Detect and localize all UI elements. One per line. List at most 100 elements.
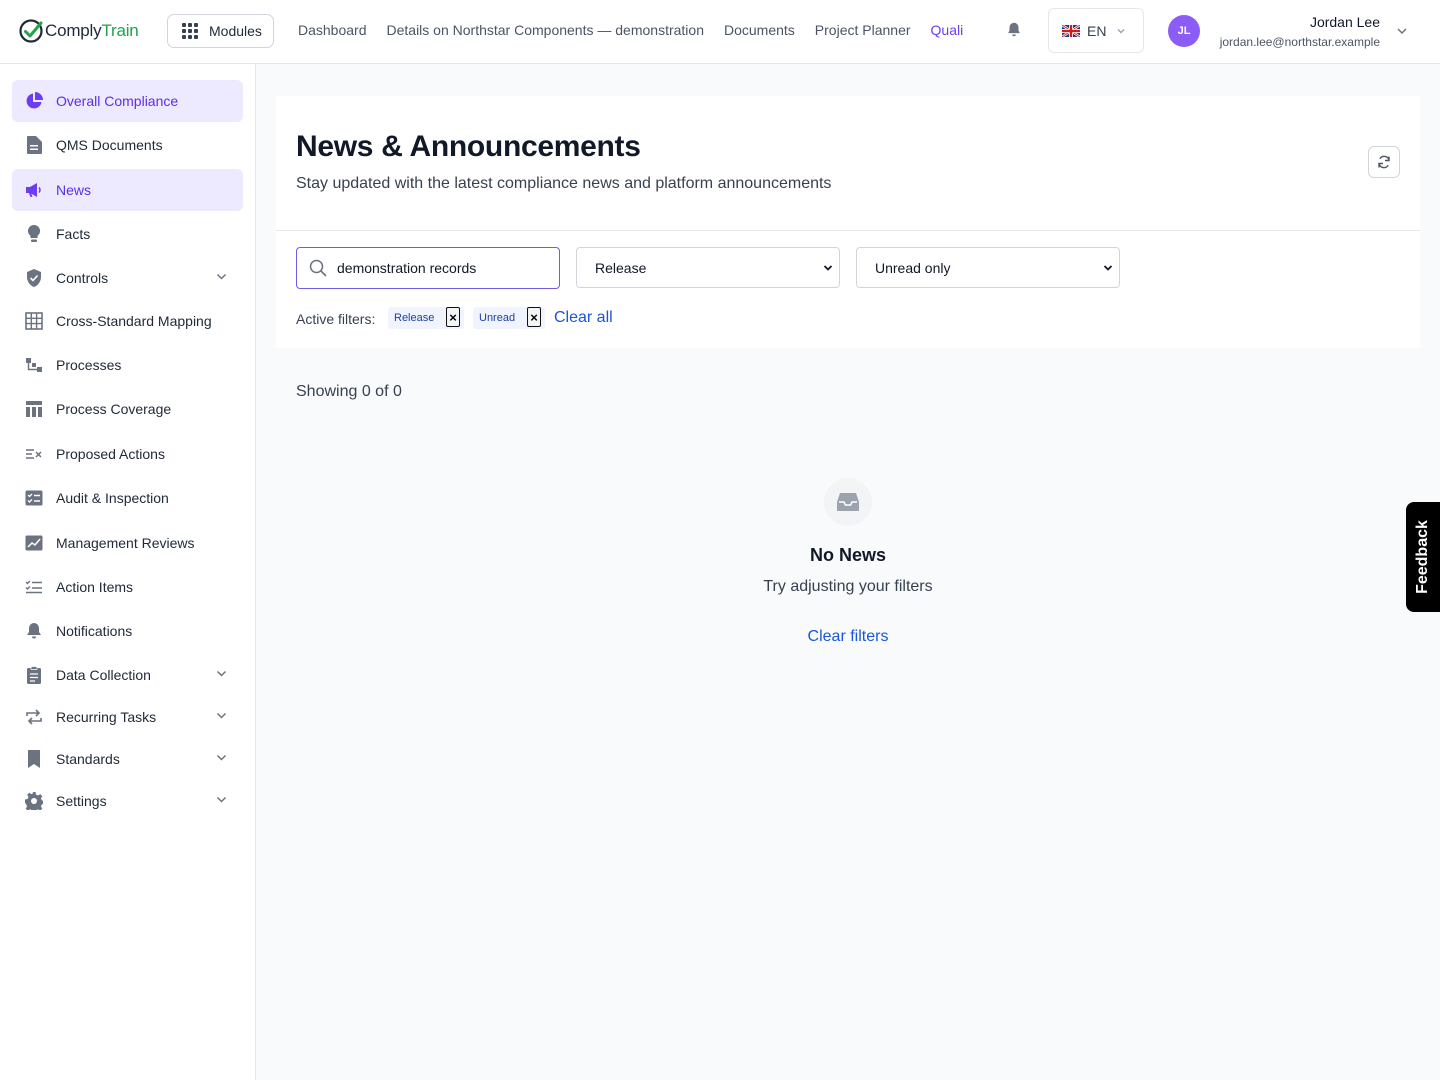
sidebar-item-label: Processes xyxy=(56,357,122,373)
clear-filters-link[interactable]: Clear filters xyxy=(648,628,1048,646)
list-check-icon xyxy=(24,577,44,597)
sidebar-item-label: Management Reviews xyxy=(56,535,195,551)
logo[interactable]: ComplyTrain xyxy=(18,18,139,44)
sidebar-item-proposed-actions[interactable]: Proposed Actions xyxy=(12,433,243,475)
sidebar-item-news[interactable]: News xyxy=(12,169,243,211)
sidebar-item-audit-inspection[interactable]: Audit & Inspection xyxy=(12,477,243,519)
user-name: Jordan Lee xyxy=(1309,14,1380,30)
sidebar-item-action-items[interactable]: Action Items xyxy=(12,566,243,608)
sidebar-item-controls[interactable]: Controls xyxy=(12,257,243,299)
user-email: jordan.lee@northstar.example xyxy=(1219,35,1380,49)
sidebar-item-processes[interactable]: Processes xyxy=(12,344,243,386)
nav-documents[interactable]: Documents xyxy=(724,22,795,38)
clear-all-link[interactable]: Clear all xyxy=(554,309,613,327)
active-filters-label: Active filters: xyxy=(296,311,376,327)
chevron-down-icon xyxy=(216,670,227,677)
modules-button[interactable]: Modules xyxy=(167,14,274,48)
megaphone-icon xyxy=(24,180,44,200)
sidebar-item-data-collection[interactable]: Data Collection xyxy=(12,654,243,696)
clear-filters-label[interactable]: Clear filters xyxy=(808,628,889,645)
gear-icon xyxy=(24,791,44,811)
sidebar-item-overall-compliance[interactable]: Overall Compliance xyxy=(12,80,243,122)
status-filter-value: Unread only xyxy=(875,259,951,276)
remove-unread-filter-button[interactable]: × xyxy=(527,307,541,327)
chevron-down-icon xyxy=(1103,265,1113,271)
nav-details-northstar[interactable]: Details on Northstar Components — demons… xyxy=(387,22,704,38)
sidebar-item-recurring-tasks[interactable]: Recurring Tasks xyxy=(12,696,243,738)
modules-label: Modules xyxy=(209,23,262,39)
sidebar-item-standards[interactable]: Standards xyxy=(12,738,243,780)
sidebar-item-facts[interactable]: Facts xyxy=(12,213,243,255)
empty-state-subtitle: Try adjusting your filters xyxy=(763,578,933,595)
checklist-icon xyxy=(24,488,44,508)
notification-bell-icon[interactable] xyxy=(1005,21,1023,39)
lightbulb-icon xyxy=(24,224,44,244)
top-nav: Dashboard Details on Northstar Component… xyxy=(298,22,971,38)
sidebar-item-label: Facts xyxy=(56,226,91,242)
avatar[interactable]: JL xyxy=(1168,15,1200,47)
feedback-label: Feedback xyxy=(1414,520,1431,594)
bell-icon xyxy=(24,621,44,641)
chevron-down-icon xyxy=(216,273,227,280)
table-icon xyxy=(24,311,44,331)
chip-label: Unread xyxy=(479,312,516,324)
chevron-down-icon xyxy=(216,754,227,761)
sidebar-item-management-reviews[interactable]: Management Reviews xyxy=(12,522,243,564)
type-filter-value: Release xyxy=(595,259,647,276)
document-icon xyxy=(24,135,44,155)
nav-project-planner[interactable]: Project Planner xyxy=(815,22,911,38)
sidebar-item-label: Process Coverage xyxy=(56,401,172,417)
sidebar-item-label: QMS Documents xyxy=(56,137,163,153)
results-count: Showing 0 of 0 xyxy=(296,383,402,400)
sidebar-item-label: News xyxy=(56,182,92,198)
pie-chart-icon xyxy=(24,91,44,111)
sidebar-item-label: Data Collection xyxy=(56,667,151,683)
sidebar-item-process-coverage[interactable]: Process Coverage xyxy=(12,388,243,430)
page-title: News & Announcements xyxy=(296,130,641,163)
sidebar-item-label: Cross-Standard Mapping xyxy=(56,313,212,329)
sidebar-item-label: Recurring Tasks xyxy=(56,709,157,725)
chevron-down-icon xyxy=(216,712,227,719)
sidebar-item-label: Notifications xyxy=(56,623,133,639)
chip-label: Release xyxy=(394,312,435,324)
repeat-icon xyxy=(24,707,44,727)
sidebar-item-label: Proposed Actions xyxy=(56,446,165,462)
chevron-down-icon xyxy=(1117,28,1125,33)
news-header-card: News & Announcements Stay updated with t… xyxy=(276,96,1420,348)
search-field[interactable] xyxy=(296,247,560,289)
shield-icon xyxy=(24,268,44,288)
user-menu-chevron-icon[interactable] xyxy=(1396,26,1408,36)
language-label: EN xyxy=(1087,22,1107,39)
sidebar-item-cross-standard-mapping[interactable]: Cross-Standard Mapping xyxy=(12,300,243,342)
clipboard-icon xyxy=(24,665,44,685)
language-selector[interactable]: EN xyxy=(1048,8,1144,53)
feedback-tab[interactable]: Feedback xyxy=(1406,502,1440,612)
page-subtitle: Stay updated with the latest compliance … xyxy=(296,175,832,192)
layout-icon xyxy=(24,399,44,419)
flow-icon xyxy=(24,355,44,375)
grid-icon xyxy=(182,23,198,39)
status-filter-select[interactable]: Unread only xyxy=(856,247,1120,288)
sidebar: Overall Compliance QMS Documents News Fa… xyxy=(0,64,256,1080)
refresh-button[interactable] xyxy=(1368,146,1400,178)
sidebar-item-label: Controls xyxy=(56,270,109,286)
empty-state-title: No News xyxy=(809,545,887,565)
sidebar-item-qms-documents[interactable]: QMS Documents xyxy=(12,124,243,166)
logo-text: ComplyTrain xyxy=(45,21,139,40)
sidebar-item-label: Action Items xyxy=(56,579,134,595)
sidebar-item-label: Audit & Inspection xyxy=(56,490,169,506)
sidebar-item-label: Overall Compliance xyxy=(56,93,179,109)
sidebar-item-settings[interactable]: Settings xyxy=(12,780,243,822)
type-filter-select[interactable]: Release xyxy=(576,247,840,288)
refresh-icon xyxy=(1378,155,1390,169)
bookmark-icon xyxy=(24,749,44,769)
uk-flag-icon xyxy=(1062,24,1080,37)
sidebar-item-notifications[interactable]: Notifications xyxy=(12,610,243,652)
search-icon xyxy=(309,259,327,277)
remove-release-filter-button[interactable]: × xyxy=(446,307,460,327)
nav-dashboard[interactable]: Dashboard xyxy=(298,22,367,38)
divider xyxy=(276,230,1420,231)
nav-quali[interactable]: Quali xyxy=(931,22,964,38)
logo-check-icon xyxy=(19,19,43,43)
search-input[interactable] xyxy=(337,260,537,276)
